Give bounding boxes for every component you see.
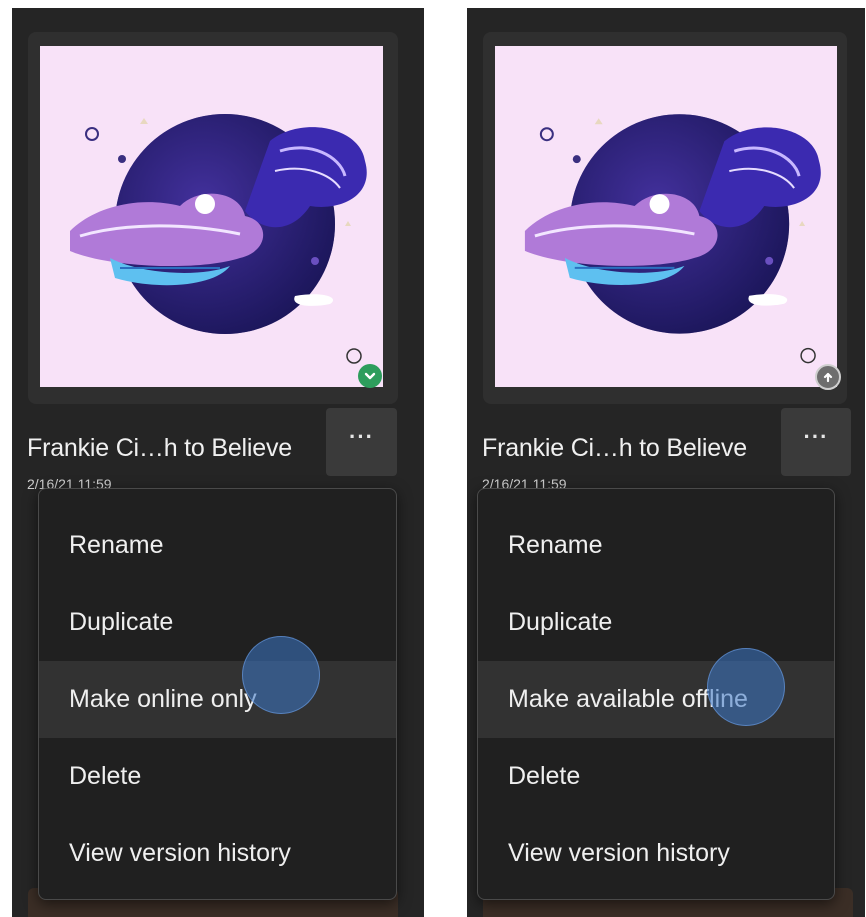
menu-item-version-history[interactable]: View version history [478,815,834,892]
menu-item-duplicate[interactable]: Duplicate [478,584,834,661]
cloud-upload-icon [815,364,841,390]
more-options-button[interactable]: ··· [326,408,397,476]
touch-indicator [707,648,785,726]
menu-item-rename[interactable]: Rename [478,507,834,584]
menu-item-delete[interactable]: Delete [39,738,396,815]
more-options-button[interactable]: ··· [781,408,851,476]
menu-item-duplicate[interactable]: Duplicate [39,584,396,661]
artwork-thumbnail[interactable] [495,46,837,387]
file-name: Frankie Ci…h to Believe [27,434,292,462]
file-panel-right: Frankie Ci…h to Believe 2/16/21 11:59 ··… [467,8,865,917]
synced-check-icon [358,364,382,388]
artwork-illustration [495,46,837,387]
file-card[interactable] [28,32,398,404]
touch-indicator [242,636,320,714]
artwork-thumbnail[interactable] [40,46,383,387]
artwork-illustration [40,46,383,387]
menu-item-version-history[interactable]: View version history [39,815,396,892]
file-name: Frankie Ci…h to Believe [482,434,747,462]
menu-item-make-online-only[interactable]: Make online only [39,661,396,738]
context-menu: Rename Duplicate Make online only Delete… [38,488,397,900]
file-panel-left: Frankie Ci…h to Believe 2/16/21 11:59 ··… [12,8,424,917]
file-card[interactable] [483,32,847,404]
menu-item-rename[interactable]: Rename [39,507,396,584]
menu-item-delete[interactable]: Delete [478,738,834,815]
